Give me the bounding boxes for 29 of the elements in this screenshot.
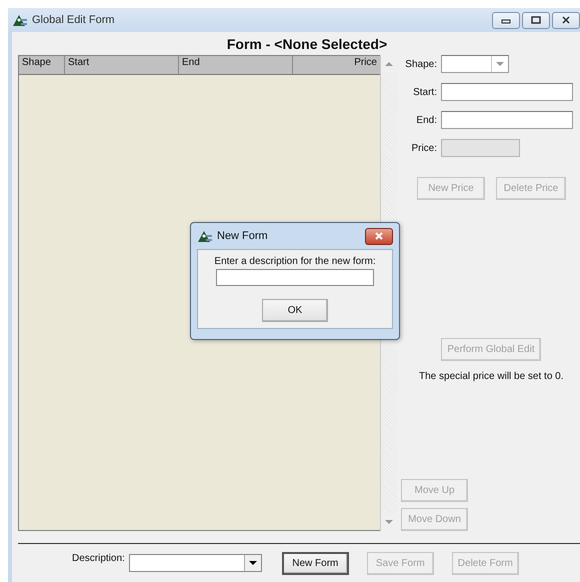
column-header[interactable]: Shape (19, 56, 65, 74)
field-label: Start: (412, 86, 437, 98)
shape-dropdown[interactable] (441, 55, 509, 73)
app-logo-icon (12, 13, 28, 27)
text-field[interactable] (441, 111, 573, 129)
app-logo-icon (197, 229, 213, 243)
info-text: The special price will be set to 0. (419, 371, 565, 382)
field-label: Price: (410, 142, 437, 154)
column-header[interactable]: Price (293, 56, 380, 74)
description-input[interactable] (216, 269, 374, 286)
column-header[interactable]: End (179, 56, 293, 74)
dialog-title: New Form (217, 230, 268, 242)
text-field[interactable] (441, 83, 573, 101)
scroll-up-icon[interactable] (385, 61, 393, 66)
form-title: Form - <None Selected> (226, 35, 388, 54)
prompt-label: Enter a description for the new form: (214, 256, 376, 267)
maximize-icon[interactable] (522, 12, 550, 28)
close-icon[interactable] (365, 228, 393, 244)
column-header[interactable]: Start (65, 56, 179, 74)
minimize-icon[interactable] (492, 12, 520, 28)
close-icon[interactable] (552, 12, 580, 28)
field-label: Shape: (404, 58, 437, 70)
window-title: Global Edit Form (32, 14, 115, 26)
field-label: End: (415, 114, 437, 126)
description-label: Description: (72, 553, 125, 564)
ok-button[interactable]: OK (262, 299, 328, 322)
scroll-down-icon[interactable] (385, 520, 393, 525)
form-button[interactable]: New Form (282, 552, 349, 574)
caret-icon[interactable] (248, 560, 257, 566)
